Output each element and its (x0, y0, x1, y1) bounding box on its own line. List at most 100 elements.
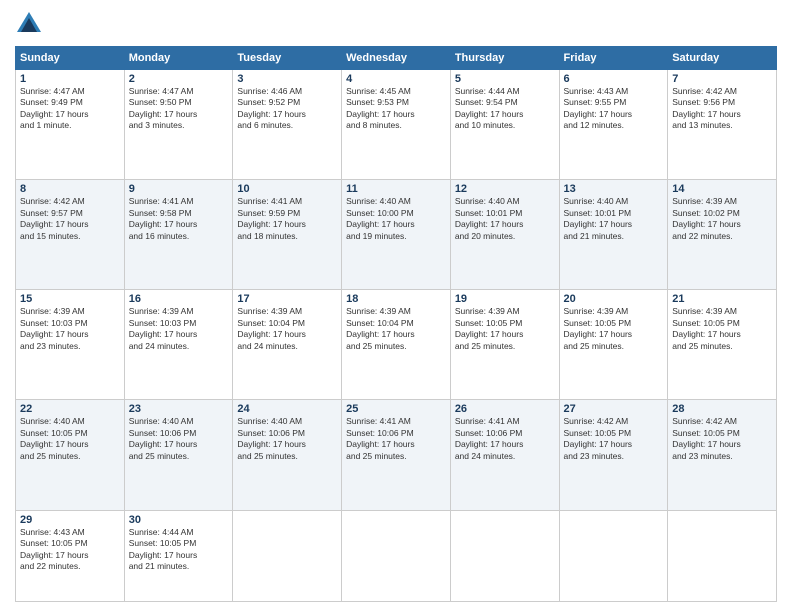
calendar-cell: 2Sunrise: 4:47 AMSunset: 9:50 PMDaylight… (124, 70, 233, 180)
calendar-cell: 5Sunrise: 4:44 AMSunset: 9:54 PMDaylight… (450, 70, 559, 180)
weekday-header-friday: Friday (559, 47, 668, 70)
weekday-header-monday: Monday (124, 47, 233, 70)
day-number: 12 (455, 183, 555, 195)
day-number: 22 (20, 403, 120, 415)
calendar-cell: 19Sunrise: 4:39 AMSunset: 10:05 PMDaylig… (450, 290, 559, 400)
day-number: 25 (346, 403, 446, 415)
day-info: Sunrise: 4:47 AMSunset: 9:49 PMDaylight:… (20, 86, 120, 132)
calendar-cell: 1Sunrise: 4:47 AMSunset: 9:49 PMDaylight… (16, 70, 125, 180)
day-number: 2 (129, 73, 229, 85)
page: SundayMondayTuesdayWednesdayThursdayFrid… (0, 0, 792, 612)
day-info: Sunrise: 4:42 AMSunset: 10:05 PMDaylight… (672, 416, 772, 462)
calendar-cell: 24Sunrise: 4:40 AMSunset: 10:06 PMDaylig… (233, 400, 342, 510)
day-number: 29 (20, 514, 120, 526)
day-info: Sunrise: 4:44 AMSunset: 9:54 PMDaylight:… (455, 86, 555, 132)
day-number: 19 (455, 293, 555, 305)
day-number: 16 (129, 293, 229, 305)
day-number: 17 (237, 293, 337, 305)
calendar-cell: 18Sunrise: 4:39 AMSunset: 10:04 PMDaylig… (342, 290, 451, 400)
calendar-cell: 16Sunrise: 4:39 AMSunset: 10:03 PMDaylig… (124, 290, 233, 400)
day-number: 30 (129, 514, 229, 526)
day-number: 26 (455, 403, 555, 415)
day-info: Sunrise: 4:41 AMSunset: 10:06 PMDaylight… (455, 416, 555, 462)
day-number: 7 (672, 73, 772, 85)
calendar-cell: 21Sunrise: 4:39 AMSunset: 10:05 PMDaylig… (668, 290, 777, 400)
day-info: Sunrise: 4:39 AMSunset: 10:05 PMDaylight… (672, 306, 772, 352)
day-number: 3 (237, 73, 337, 85)
calendar-cell: 25Sunrise: 4:41 AMSunset: 10:06 PMDaylig… (342, 400, 451, 510)
day-info: Sunrise: 4:40 AMSunset: 10:01 PMDaylight… (564, 196, 664, 242)
calendar-cell: 10Sunrise: 4:41 AMSunset: 9:59 PMDayligh… (233, 180, 342, 290)
calendar-cell: 9Sunrise: 4:41 AMSunset: 9:58 PMDaylight… (124, 180, 233, 290)
calendar-cell (233, 510, 342, 601)
day-info: Sunrise: 4:41 AMSunset: 9:59 PMDaylight:… (237, 196, 337, 242)
day-number: 8 (20, 183, 120, 195)
day-number: 6 (564, 73, 664, 85)
calendar-cell (450, 510, 559, 601)
calendar-table: SundayMondayTuesdayWednesdayThursdayFrid… (15, 46, 777, 602)
day-number: 14 (672, 183, 772, 195)
calendar-cell: 6Sunrise: 4:43 AMSunset: 9:55 PMDaylight… (559, 70, 668, 180)
day-info: Sunrise: 4:39 AMSunset: 10:04 PMDaylight… (346, 306, 446, 352)
day-number: 11 (346, 183, 446, 195)
calendar-cell: 13Sunrise: 4:40 AMSunset: 10:01 PMDaylig… (559, 180, 668, 290)
day-number: 15 (20, 293, 120, 305)
day-info: Sunrise: 4:39 AMSunset: 10:03 PMDaylight… (20, 306, 120, 352)
day-info: Sunrise: 4:39 AMSunset: 10:04 PMDaylight… (237, 306, 337, 352)
weekday-header-sunday: Sunday (16, 47, 125, 70)
day-info: Sunrise: 4:41 AMSunset: 10:06 PMDaylight… (346, 416, 446, 462)
calendar-cell: 3Sunrise: 4:46 AMSunset: 9:52 PMDaylight… (233, 70, 342, 180)
logo-icon (15, 10, 43, 38)
header (15, 10, 777, 38)
day-info: Sunrise: 4:45 AMSunset: 9:53 PMDaylight:… (346, 86, 446, 132)
day-number: 5 (455, 73, 555, 85)
day-info: Sunrise: 4:40 AMSunset: 10:05 PMDaylight… (20, 416, 120, 462)
calendar-cell: 29Sunrise: 4:43 AMSunset: 10:05 PMDaylig… (16, 510, 125, 601)
day-info: Sunrise: 4:39 AMSunset: 10:02 PMDaylight… (672, 196, 772, 242)
weekday-header-wednesday: Wednesday (342, 47, 451, 70)
calendar-cell: 28Sunrise: 4:42 AMSunset: 10:05 PMDaylig… (668, 400, 777, 510)
day-info: Sunrise: 4:39 AMSunset: 10:05 PMDaylight… (564, 306, 664, 352)
calendar-cell: 20Sunrise: 4:39 AMSunset: 10:05 PMDaylig… (559, 290, 668, 400)
calendar-cell: 7Sunrise: 4:42 AMSunset: 9:56 PMDaylight… (668, 70, 777, 180)
day-info: Sunrise: 4:42 AMSunset: 10:05 PMDaylight… (564, 416, 664, 462)
calendar-cell (342, 510, 451, 601)
logo (15, 10, 47, 38)
calendar-cell: 12Sunrise: 4:40 AMSunset: 10:01 PMDaylig… (450, 180, 559, 290)
calendar-cell: 4Sunrise: 4:45 AMSunset: 9:53 PMDaylight… (342, 70, 451, 180)
day-number: 1 (20, 73, 120, 85)
day-number: 18 (346, 293, 446, 305)
day-number: 21 (672, 293, 772, 305)
calendar-cell: 8Sunrise: 4:42 AMSunset: 9:57 PMDaylight… (16, 180, 125, 290)
day-info: Sunrise: 4:47 AMSunset: 9:50 PMDaylight:… (129, 86, 229, 132)
calendar-cell: 22Sunrise: 4:40 AMSunset: 10:05 PMDaylig… (16, 400, 125, 510)
calendar-cell: 27Sunrise: 4:42 AMSunset: 10:05 PMDaylig… (559, 400, 668, 510)
calendar-cell (559, 510, 668, 601)
day-info: Sunrise: 4:42 AMSunset: 9:56 PMDaylight:… (672, 86, 772, 132)
day-number: 27 (564, 403, 664, 415)
day-info: Sunrise: 4:39 AMSunset: 10:03 PMDaylight… (129, 306, 229, 352)
day-number: 13 (564, 183, 664, 195)
day-info: Sunrise: 4:43 AMSunset: 10:05 PMDaylight… (20, 527, 120, 573)
calendar-cell: 23Sunrise: 4:40 AMSunset: 10:06 PMDaylig… (124, 400, 233, 510)
day-info: Sunrise: 4:40 AMSunset: 10:06 PMDaylight… (237, 416, 337, 462)
day-number: 20 (564, 293, 664, 305)
day-number: 10 (237, 183, 337, 195)
calendar-cell: 15Sunrise: 4:39 AMSunset: 10:03 PMDaylig… (16, 290, 125, 400)
day-info: Sunrise: 4:40 AMSunset: 10:00 PMDaylight… (346, 196, 446, 242)
day-number: 28 (672, 403, 772, 415)
day-info: Sunrise: 4:41 AMSunset: 9:58 PMDaylight:… (129, 196, 229, 242)
weekday-header-tuesday: Tuesday (233, 47, 342, 70)
day-info: Sunrise: 4:39 AMSunset: 10:05 PMDaylight… (455, 306, 555, 352)
calendar-cell: 14Sunrise: 4:39 AMSunset: 10:02 PMDaylig… (668, 180, 777, 290)
weekday-header-saturday: Saturday (668, 47, 777, 70)
weekday-header-thursday: Thursday (450, 47, 559, 70)
calendar-cell (668, 510, 777, 601)
day-number: 24 (237, 403, 337, 415)
day-info: Sunrise: 4:43 AMSunset: 9:55 PMDaylight:… (564, 86, 664, 132)
day-number: 9 (129, 183, 229, 195)
day-number: 23 (129, 403, 229, 415)
calendar-cell: 17Sunrise: 4:39 AMSunset: 10:04 PMDaylig… (233, 290, 342, 400)
calendar-cell: 30Sunrise: 4:44 AMSunset: 10:05 PMDaylig… (124, 510, 233, 601)
day-info: Sunrise: 4:40 AMSunset: 10:01 PMDaylight… (455, 196, 555, 242)
